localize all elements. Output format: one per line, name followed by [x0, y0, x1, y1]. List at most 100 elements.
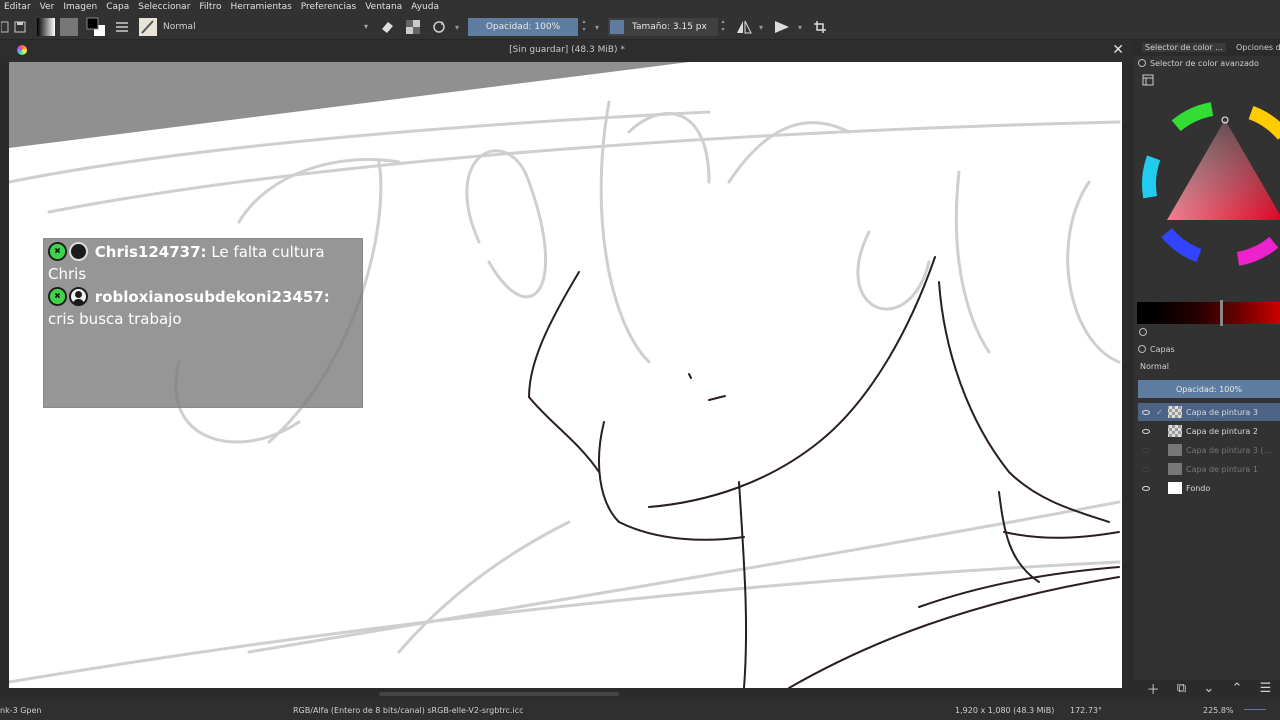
- layer-name: Capa de pintura 3 (...: [1186, 445, 1272, 455]
- chat-message: robloxianosubdekoni23457: cris busca tra…: [48, 286, 358, 330]
- layer-name: Fondo: [1186, 483, 1211, 493]
- menu-ver[interactable]: Ver: [40, 2, 55, 12]
- status-bar: nk-3 Gpen RGB/Alfa (Entero de 8 bits/can…: [0, 700, 1280, 720]
- color-strip-marker[interactable]: [1220, 300, 1223, 326]
- alpha-lock-icon[interactable]: [404, 18, 422, 36]
- blend-mode-value: Normal: [163, 22, 196, 32]
- brush-preset-icon[interactable]: [138, 18, 158, 36]
- chat-username: robloxianosubdekoni23457:: [94, 288, 330, 306]
- chat-message: Chris124737: Le falta cultura Chris: [48, 241, 358, 285]
- color-wheel[interactable]: [1137, 100, 1280, 270]
- eye-icon[interactable]: [1142, 428, 1150, 434]
- size-slider[interactable]: Tamaño: 3.15 px: [608, 18, 718, 36]
- chevron-down-icon[interactable]: ▾: [756, 18, 766, 36]
- chat-username: Chris124737:: [94, 243, 207, 261]
- eye-closed-icon[interactable]: [1142, 447, 1150, 453]
- document-tab-bar: [Sin guardar] (48.3 MiB) * ✕: [0, 40, 1134, 62]
- new-document-icon[interactable]: [0, 18, 10, 36]
- layer-thumbnail: [1168, 482, 1182, 494]
- eye-closed-icon[interactable]: [1142, 466, 1150, 472]
- foreground-background-color-icon[interactable]: [85, 17, 107, 36]
- layer-row-capa-3-copy[interactable]: Capa de pintura 3 (...: [1138, 441, 1280, 459]
- menu-imagen[interactable]: Imagen: [63, 2, 97, 12]
- brush-settings-icon[interactable]: [114, 18, 130, 36]
- color-picker-icon: [1138, 59, 1146, 67]
- save-icon[interactable]: [12, 18, 28, 36]
- opacity-spin[interactable]: ▴ ▾: [580, 18, 588, 36]
- wrap-around-icon[interactable]: [811, 18, 829, 36]
- menu-editar[interactable]: Editar: [4, 2, 31, 12]
- layer-thumbnail: [1168, 425, 1182, 437]
- layer-properties-icon[interactable]: ☰: [1260, 681, 1272, 696]
- brush-toolbar: Normal ▾ ▾ Opacidad: 100% ▴ ▾ ▾ Tamaño: 3…: [0, 14, 1280, 40]
- zoom-slider[interactable]: [1244, 709, 1266, 710]
- layer-opacity-label: Opacidad: 100%: [1175, 384, 1243, 394]
- scrollbar-handle[interactable]: [379, 692, 619, 696]
- menu-filtro[interactable]: Filtro: [199, 2, 221, 12]
- color-settings-icon[interactable]: [1142, 74, 1154, 86]
- layer-row-capa-2[interactable]: Capa de pintura 2: [1138, 422, 1280, 440]
- layer-name: Capa de pintura 2: [1186, 426, 1258, 436]
- layer-thumbnail: [1168, 406, 1182, 418]
- menubar: Editar Ver Imagen Capa Seleccionar Filtr…: [0, 0, 1280, 14]
- layers-icon: [1138, 345, 1146, 353]
- gradient-icon[interactable]: [36, 18, 56, 36]
- chevron-down-icon: ▾: [363, 22, 368, 31]
- rotation-value[interactable]: 172.73°: [1070, 706, 1102, 715]
- layer-row-capa-3[interactable]: ✓ Capa de pintura 3: [1138, 403, 1280, 421]
- menu-capa[interactable]: Capa: [106, 2, 129, 12]
- size-label: Tamaño: 3.15 px: [632, 22, 707, 32]
- layer-thumbnail: [1168, 463, 1182, 475]
- document-title: [Sin guardar] (48.3 MiB) *: [509, 45, 625, 55]
- chevron-down-icon[interactable]: ▾: [592, 18, 602, 36]
- zoom-level[interactable]: 225.8%: [1203, 706, 1234, 715]
- mirror-horizontal-icon[interactable]: [734, 18, 754, 36]
- menu-ventana[interactable]: Ventana: [365, 2, 402, 12]
- move-layer-down-icon[interactable]: ⌄: [1203, 681, 1214, 696]
- eraser-icon[interactable]: [378, 18, 396, 36]
- layer-thumbnail: [1168, 444, 1182, 456]
- size-indicator: [610, 20, 624, 34]
- color-profile: RGB/Alfa (Entero de 8 bits/canal) sRGB-e…: [293, 706, 524, 715]
- check-icon: ✓: [1156, 407, 1163, 417]
- canvas-left-gutter: [0, 62, 9, 688]
- menu-ayuda[interactable]: Ayuda: [411, 2, 439, 12]
- default-avatar-icon: [69, 242, 88, 261]
- dock-tab-bar: Selector de color ... Opciones de: [1134, 40, 1280, 56]
- add-layer-icon[interactable]: ＋: [1147, 679, 1160, 698]
- layer-row-fondo[interactable]: Fondo: [1138, 479, 1280, 497]
- opacity-slider[interactable]: Opacidad: 100%: [468, 18, 578, 36]
- chevron-down-icon[interactable]: ▾: [795, 18, 805, 36]
- mirror-vertical-icon[interactable]: [772, 18, 792, 36]
- tab-tool-options[interactable]: Opciones de: [1236, 43, 1280, 52]
- brush-name: nk-3 Gpen: [0, 706, 42, 715]
- color-panel-title: Selector de color avanzado: [1150, 58, 1259, 68]
- menu-herramientas[interactable]: Herramientas: [230, 2, 291, 12]
- layer-blend-mode-select[interactable]: Normal: [1140, 362, 1169, 371]
- close-icon[interactable]: ✕: [1112, 42, 1124, 58]
- user-avatar-icon: [69, 287, 88, 306]
- eye-icon[interactable]: [1142, 485, 1150, 491]
- layer-row-capa-1[interactable]: Capa de pintura 1: [1138, 460, 1280, 478]
- blend-mode-select[interactable]: Normal ▾: [160, 18, 372, 36]
- chat-text: cris busca trabajo: [48, 310, 182, 328]
- refresh-icon[interactable]: [1138, 327, 1148, 337]
- color-history-strip[interactable]: [1137, 302, 1280, 324]
- size-spin[interactable]: ▴ ▾: [719, 18, 727, 36]
- reload-preset-icon[interactable]: [430, 18, 448, 36]
- layers-panel-title: Capas: [1150, 344, 1175, 354]
- menu-seleccionar[interactable]: Seleccionar: [138, 2, 190, 12]
- pattern-icon[interactable]: [60, 18, 78, 36]
- image-dimensions: 1,920 x 1,080 (48.3 MiB): [955, 706, 1055, 715]
- eye-icon[interactable]: [1142, 409, 1150, 415]
- opacity-label: Opacidad: 100%: [485, 22, 561, 32]
- horizontal-scrollbar[interactable]: [9, 688, 1122, 700]
- move-layer-up-icon[interactable]: ⌃: [1232, 681, 1243, 696]
- color-panel-header: Selector de color avanzado: [1134, 56, 1280, 70]
- layer-opacity-slider[interactable]: Opacidad: 100%: [1138, 380, 1280, 398]
- layer-name: Capa de pintura 1: [1186, 464, 1258, 474]
- menu-preferencias[interactable]: Preferencias: [301, 2, 356, 12]
- duplicate-layer-icon[interactable]: ⧉: [1177, 681, 1186, 696]
- tab-color-selector[interactable]: Selector de color ...: [1142, 43, 1226, 52]
- chevron-down-icon[interactable]: ▾: [452, 18, 462, 36]
